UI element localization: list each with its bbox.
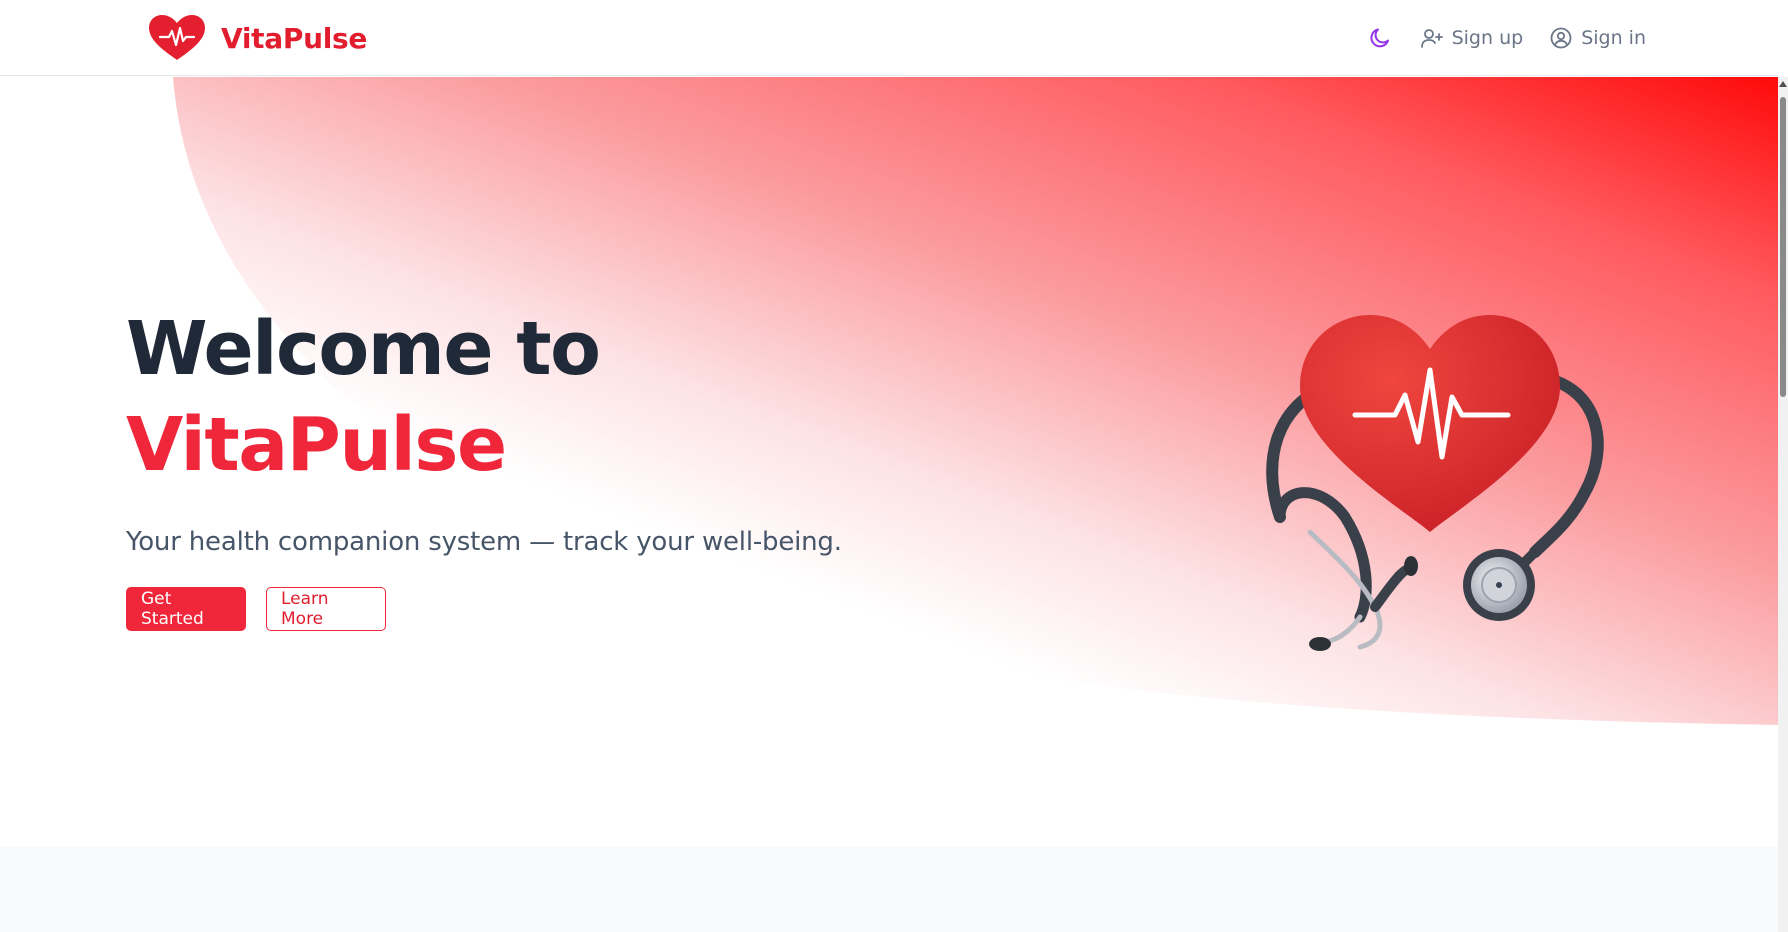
sign-up-link[interactable]: Sign up bbox=[1420, 26, 1524, 50]
user-circle-icon bbox=[1550, 27, 1572, 49]
scroll-up-arrow-icon[interactable] bbox=[1779, 81, 1787, 87]
brand-name: VitaPulse bbox=[221, 21, 368, 55]
heart-pulse-icon bbox=[149, 15, 205, 60]
top-navbar: VitaPulse Sign up Sign in bbox=[0, 0, 1778, 76]
hero-section: Welcome to VitaPulse Your health compani… bbox=[0, 77, 1778, 847]
user-plus-icon bbox=[1420, 29, 1443, 48]
heart-stethoscope-illustration bbox=[1266, 315, 1604, 651]
hero-title-line1: Welcome to bbox=[126, 306, 601, 392]
hero-subtitle: Your health companion system — track you… bbox=[126, 527, 842, 557]
hero-actions: Get Started Learn More bbox=[126, 587, 1026, 631]
sign-in-link[interactable]: Sign in bbox=[1549, 26, 1646, 50]
sign-in-label: Sign in bbox=[1581, 27, 1646, 49]
learn-more-button[interactable]: Learn More bbox=[266, 587, 386, 631]
hero-title: Welcome to VitaPulse bbox=[126, 301, 1026, 493]
page-scrollbar[interactable] bbox=[1778, 77, 1788, 932]
get-started-button[interactable]: Get Started bbox=[126, 587, 246, 631]
nav-actions: Sign up Sign in bbox=[1366, 18, 1646, 58]
theme-toggle-button[interactable] bbox=[1366, 24, 1394, 52]
moon-icon bbox=[1370, 28, 1389, 48]
features-section bbox=[0, 847, 1778, 932]
sign-up-label: Sign up bbox=[1451, 27, 1524, 49]
hero-copy: Welcome to VitaPulse Your health compani… bbox=[126, 301, 1026, 631]
hero-title-brand: VitaPulse bbox=[126, 402, 507, 488]
brand[interactable]: VitaPulse bbox=[147, 10, 367, 66]
scrollbar-thumb[interactable] bbox=[1780, 97, 1786, 397]
